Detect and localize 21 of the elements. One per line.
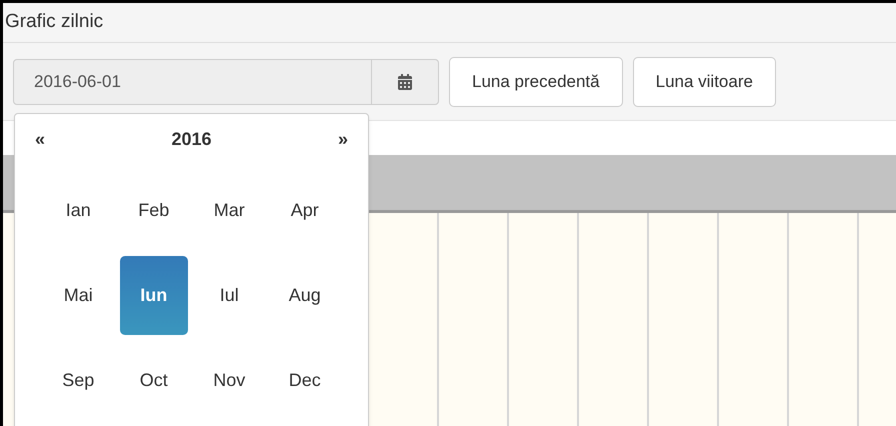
month-cell[interactable]: Feb — [120, 171, 188, 250]
month-cell[interactable]: Aug — [270, 256, 339, 335]
month-cell[interactable]: Iul — [195, 256, 264, 335]
date-field[interactable]: 2016-06-01 — [13, 58, 439, 104]
previous-year-button[interactable]: « — [35, 126, 46, 152]
month-cell[interactable]: Dec — [270, 341, 339, 420]
month-cell[interactable]: Oct — [120, 341, 188, 420]
month-cell[interactable]: Mai — [44, 256, 112, 335]
year-label[interactable]: 2016 — [171, 126, 212, 152]
next-year-button[interactable]: » — [338, 126, 348, 152]
month-cell[interactable]: Sep — [44, 341, 112, 420]
date-input[interactable]: 2016-06-01 — [14, 60, 372, 104]
month-button[interactable]: Luna viitoare — [632, 56, 776, 106]
month-cell[interactable]: Ian — [44, 171, 112, 250]
month-cell[interactable]: Apr — [270, 171, 339, 250]
month-cell[interactable]: Mar — [195, 171, 264, 250]
month-cell[interactable]: Iun — [120, 256, 188, 335]
month-button[interactable]: Luna precedentă — [449, 56, 623, 106]
calendar-icon — [397, 74, 413, 90]
month-cell[interactable]: Nov — [195, 341, 264, 420]
panel-title: Grafic zilnic — [5, 10, 104, 34]
